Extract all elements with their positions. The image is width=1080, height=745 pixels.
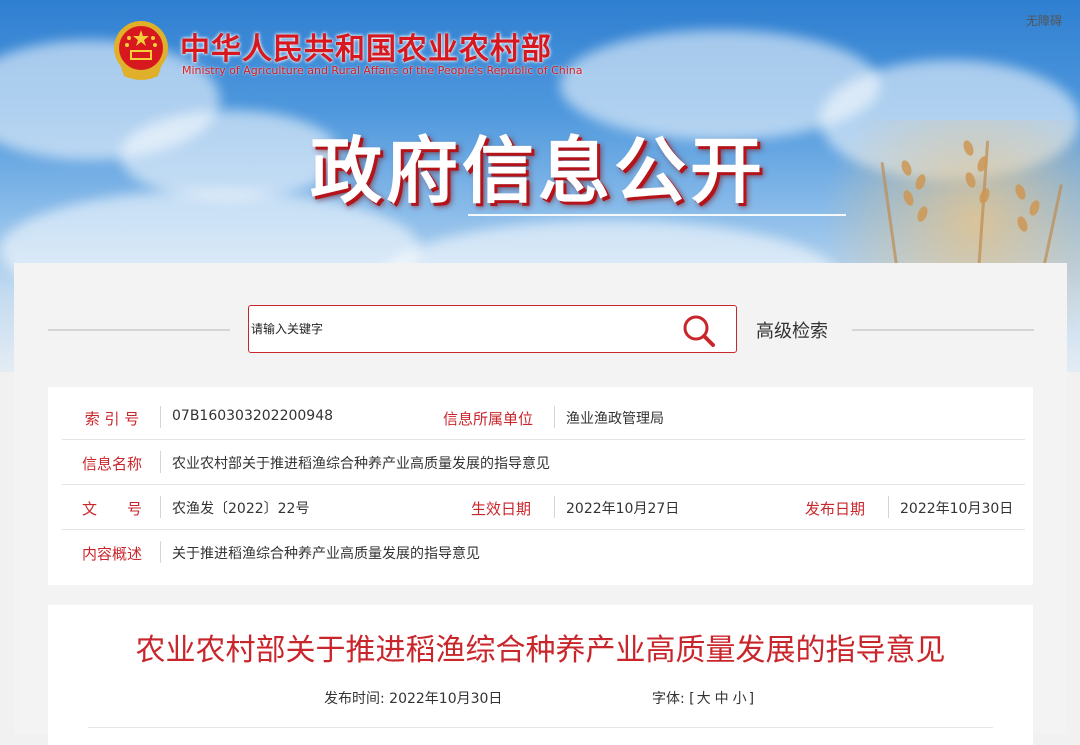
font-size-control: 字体: [大中小] (652, 688, 754, 708)
article-title: 农业农村部关于推进稻渔综合种养产业高质量发展的指导意见 (135, 633, 946, 668)
metadata-row: 文 号 农渔发〔2022〕22号 生效日期 2022年10月27日 发布日期 2… (48, 485, 1033, 530)
doc-number-value: 农渔发〔2022〕22号 (172, 501, 310, 517)
title-underline (468, 214, 846, 216)
metadata-row: 索 引 号 07B160303202200948 信息所属单位 渔业渔政管理局 (48, 395, 1033, 440)
metadata-table: 索 引 号 07B160303202200948 信息所属单位 渔业渔政管理局 … (48, 387, 1033, 585)
summary-label: 内容概述 (81, 545, 142, 563)
info-name-value: 农业农村部关于推进稻渔综合种养产业高质量发展的指导意见 (172, 456, 550, 472)
publish-date-value: 2022年10月30日 (900, 501, 1014, 517)
decorative-line-right (852, 329, 1034, 331)
divider (888, 496, 889, 518)
accessibility-link[interactable]: 无障碍 (1026, 12, 1062, 29)
publish-date-label: 发布日期 (804, 500, 865, 518)
summary-value: 关于推进稻渔综合种养产业高质量发展的指导意见 (172, 546, 480, 562)
font-size-label: 字体: (652, 691, 685, 707)
decorative-line-left (48, 329, 230, 331)
font-large-button[interactable]: 大 (695, 691, 713, 707)
effective-date-value: 2022年10月27日 (566, 501, 680, 517)
national-emblem-icon[interactable] (112, 18, 170, 82)
publish-time: 发布时间: 2022年10月30日 (324, 688, 502, 708)
unit-label: 信息所属单位 (442, 410, 533, 428)
publish-time-label: 发布时间: (324, 691, 385, 707)
article-divider (88, 727, 993, 728)
search-input[interactable] (251, 306, 671, 352)
site-name-english: Ministry of Agriculture and Rural Affair… (182, 64, 583, 77)
unit-value: 渔业渔政管理局 (566, 411, 664, 427)
search-icon[interactable] (682, 314, 716, 348)
publish-time-value: 2022年10月30日 (389, 691, 503, 707)
divider (554, 496, 555, 518)
metadata-row: 内容概述 关于推进稻渔综合种养产业高质量发展的指导意见 (48, 530, 1033, 575)
font-medium-button[interactable]: 中 (713, 691, 731, 707)
index-number-value: 07B160303202200948 (172, 408, 334, 424)
cloud-decoration (120, 110, 340, 200)
font-bracket-close: ] (748, 691, 755, 707)
section-title: 政府信息公开 (310, 128, 767, 213)
divider (160, 496, 161, 518)
search-row: 高级检索 (14, 303, 1067, 359)
index-number-label: 索 引 号 (84, 410, 140, 428)
font-bracket-open: [ (689, 691, 695, 707)
divider (160, 451, 161, 473)
divider (554, 406, 555, 428)
divider (160, 541, 161, 563)
doc-number-label: 文 号 (81, 500, 142, 518)
article-panel: 农业农村部关于推进稻渔综合种养产业高质量发展的指导意见 发布时间: 2022年1… (48, 605, 1033, 745)
effective-date-label: 生效日期 (470, 500, 531, 518)
divider (160, 406, 161, 428)
search-box (248, 305, 737, 353)
advanced-search-link[interactable]: 高级检索 (756, 317, 828, 343)
metadata-row: 信息名称 农业农村部关于推进稻渔综合种养产业高质量发展的指导意见 (48, 440, 1033, 485)
font-small-button[interactable]: 小 (731, 691, 749, 707)
site-name[interactable]: 中华人民共和国农业农村部 (180, 24, 552, 68)
content-panel: 高级检索 索 引 号 07B160303202200948 信息所属单位 渔业渔… (14, 263, 1067, 745)
info-name-label: 信息名称 (81, 455, 142, 473)
